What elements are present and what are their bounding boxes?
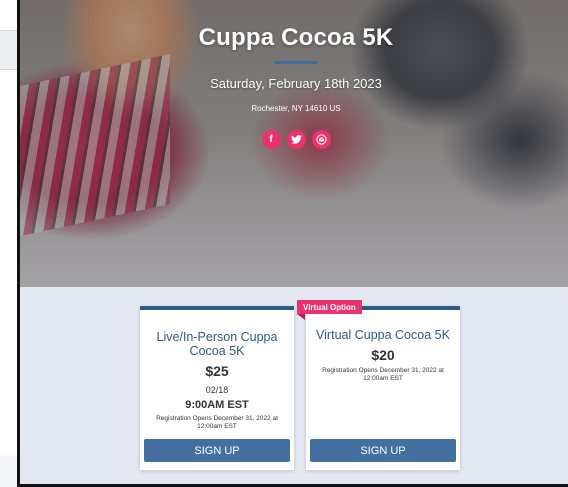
sign-up-button[interactable]: SIGN UP	[144, 439, 290, 462]
event-page: Cuppa Cocoa 5K Saturday, February 18th 2…	[17, 0, 568, 487]
option-card-in-person: Live/In-Person Cuppa Cocoa 5K $25 02/18 …	[140, 306, 294, 470]
option-price: $25	[205, 363, 229, 379]
event-location: Rochester, NY 14610 US	[251, 104, 341, 113]
share-buttons: f	[20, 130, 568, 149]
option-date: 02/18	[205, 385, 229, 395]
option-title: Virtual Cuppa Cocoa 5K	[316, 328, 450, 342]
hero-content: Cuppa Cocoa 5K Saturday, February 18th 2…	[20, 0, 568, 149]
facebook-icon[interactable]: f	[261, 130, 281, 149]
event-date: Saturday, February 18th 2023	[210, 76, 382, 91]
option-price: $20	[371, 347, 395, 363]
sign-up-button[interactable]: SIGN UP	[310, 439, 456, 462]
event-title: Cuppa Cocoa 5K	[198, 24, 394, 51]
option-card-virtual: Virtual Cuppa Cocoa 5K $20 Registration …	[306, 306, 460, 470]
facebook-glyph: f	[269, 133, 273, 145]
virtual-option-badge: Virtual Option	[297, 300, 362, 314]
registration-opens-text: Registration Opens December 31, 2022 at …	[322, 367, 444, 382]
badge-ribbon-tail	[297, 314, 305, 320]
email-icon[interactable]	[311, 130, 331, 149]
title-underline	[274, 61, 318, 64]
option-title: Live/In-Person Cuppa Cocoa 5K	[156, 330, 278, 358]
option-time: 9:00AM EST	[185, 399, 249, 411]
registration-opens-text: Registration Opens December 31, 2022 at …	[156, 415, 278, 430]
hero-banner: Cuppa Cocoa 5K Saturday, February 18th 2…	[20, 0, 568, 287]
twitter-icon[interactable]	[286, 130, 306, 149]
